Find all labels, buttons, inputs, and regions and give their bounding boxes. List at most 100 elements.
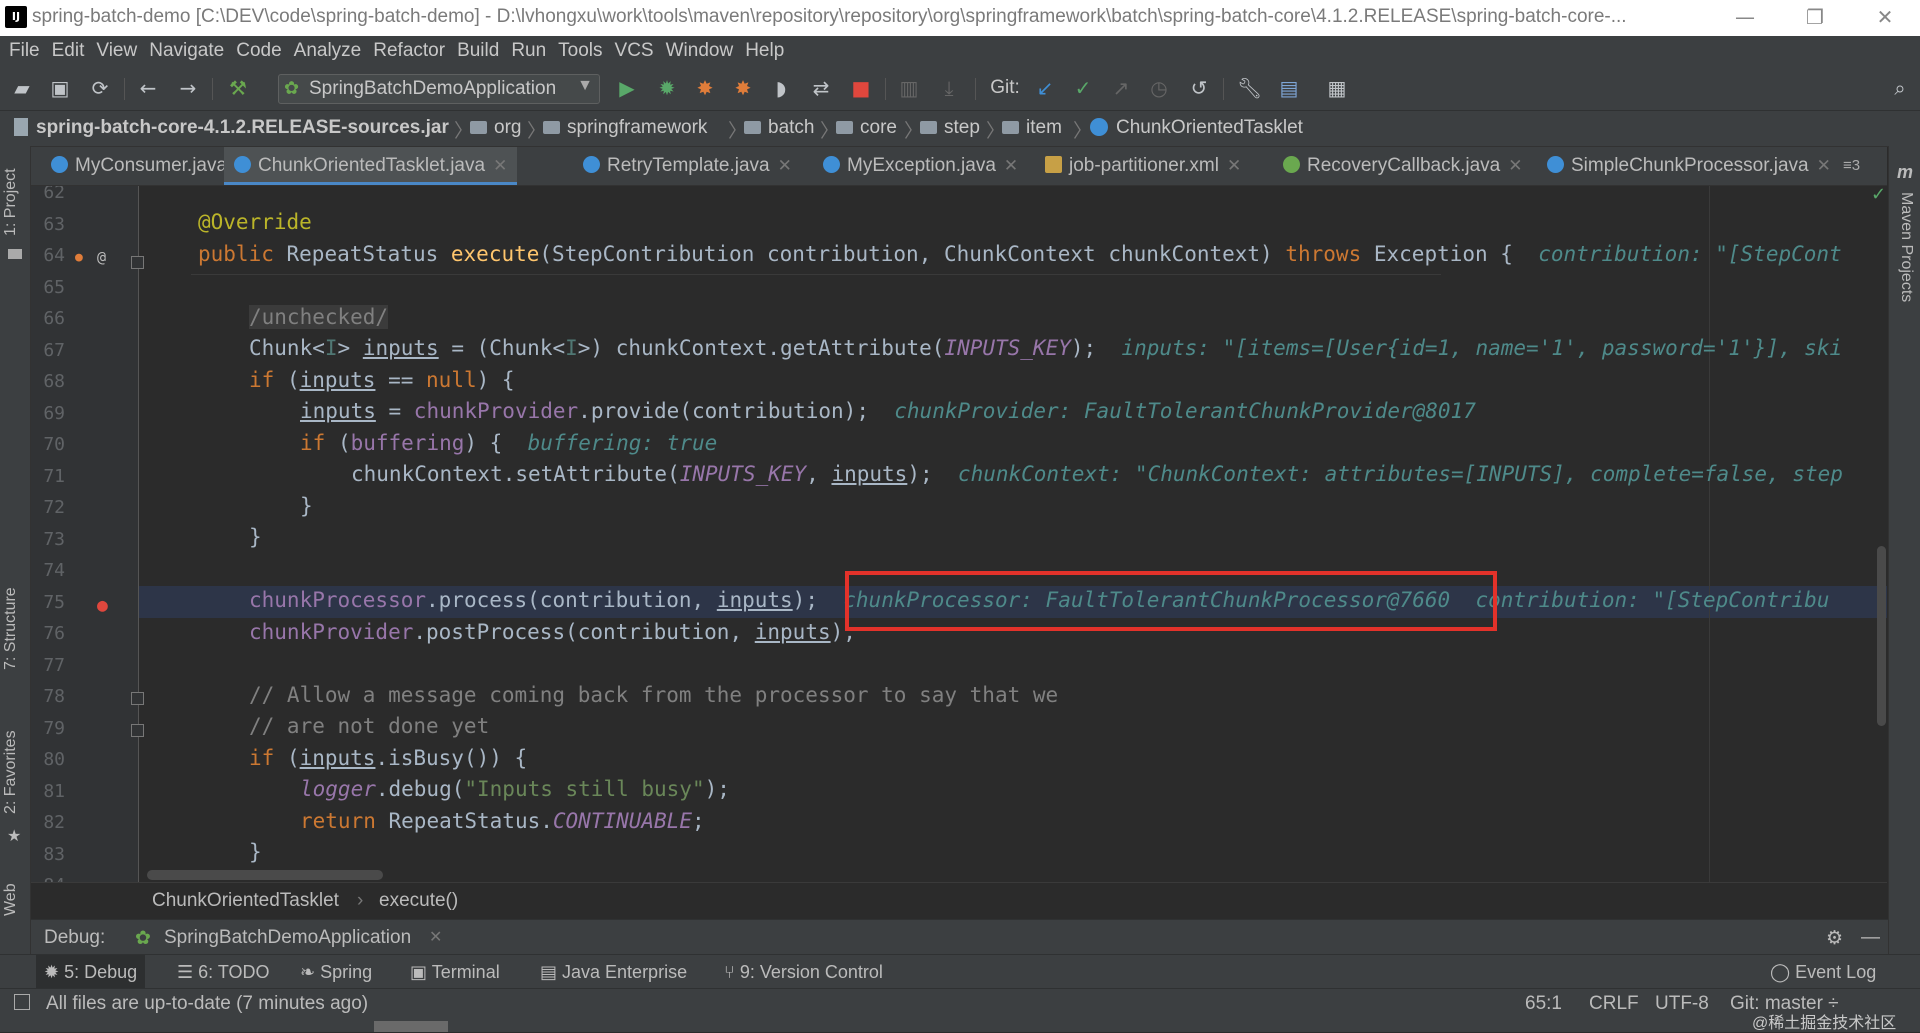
crumb-method[interactable]: execute() [379,890,458,912]
file-encoding[interactable]: UTF-8 [1655,993,1709,1015]
menu-vcs[interactable]: VCS [609,36,660,66]
fold-marker-icon[interactable] [131,724,144,737]
profile-icon[interactable]: ✸ [731,76,755,100]
close-window-button[interactable]: ✕ [1850,0,1920,36]
tool-terminal[interactable]: ▣ Terminal [410,962,500,983]
fold-marker-icon[interactable] [131,692,144,705]
close-tab-icon[interactable]: ✕ [493,156,507,175]
coverage-icon[interactable]: ✸ [693,76,717,100]
tool-event-log[interactable]: ◯ Event Log [1770,962,1876,983]
xml-file-icon [1045,156,1062,173]
close-session-icon[interactable]: ✕ [429,927,442,947]
folder-icon [920,121,937,134]
nav-step[interactable]: step [920,117,980,139]
caret-position[interactable]: 65:1 [1525,993,1562,1015]
minimize-button[interactable]: — [1710,0,1780,36]
tool-web[interactable]: Web [2,883,20,916]
menu-refactor[interactable]: Refactor [367,36,451,66]
tab-simplechunkprocessor[interactable]: SimpleChunkProcessor.java ✕ [1547,147,1831,185]
rerun-icon[interactable]: ⇄ [809,76,833,100]
breakpoint-icon[interactable]: ● [97,595,108,616]
tool-java-enterprise[interactable]: ▤ Java Enterprise [540,962,687,983]
red-highlight-annotation [845,571,1497,631]
run-with-icon[interactable]: ◗ [769,76,793,100]
nav-springframework[interactable]: springframework [543,117,707,139]
tool-spring[interactable]: ❧ Spring [300,962,372,983]
close-tab-icon[interactable]: ✕ [1508,156,1522,175]
inline-debug-value: contribution: "[StepCont [1538,242,1842,266]
horizontal-scrollbar[interactable] [147,870,383,880]
task-manager-icon[interactable]: ▦ [1325,76,1349,100]
menu-help[interactable]: Help [739,36,790,66]
git-push-icon[interactable]: ↗ [1109,76,1133,100]
sync-icon[interactable]: ⟳ [88,76,112,100]
tool-project[interactable]: 1: Project [2,168,20,236]
debug-icon[interactable]: ✹ [655,76,679,100]
tabs-overflow-button[interactable]: ≡3 [1843,147,1860,185]
close-tab-icon[interactable]: ✕ [778,156,792,175]
override-marker-icon[interactable]: ● [75,250,83,265]
status-toggle-icon[interactable] [14,994,30,1010]
tool-maven-projects[interactable]: Maven Projects [1897,192,1915,302]
run-configuration-selector[interactable]: ✿ SpringBatchDemoApplication ▼ [278,74,600,104]
vertical-scrollbar[interactable] [1877,546,1886,726]
tool-version-control[interactable]: ⑂ 9: Version Control [724,962,883,983]
back-icon[interactable]: ← [136,76,160,100]
code-editor[interactable]: 62 63 64 65 66 67 68 69 70 71 72 73 74 7… [31,186,1887,882]
tool-favorites[interactable]: 2: Favorites [2,730,20,814]
gear-icon[interactable]: ⚙ [1826,927,1843,949]
tool-todo[interactable]: ☰ 6: TODO [177,962,270,983]
run-icon[interactable]: ▶ [615,76,639,100]
tab-recoverycallback[interactable]: RecoveryCallback.java ✕ [1283,147,1523,185]
menu-code[interactable]: Code [230,36,287,66]
nav-class[interactable]: ChunkOrientedTasklet [1090,117,1303,139]
search-everywhere-icon[interactable]: ⌕ [1888,76,1912,100]
menu-tools[interactable]: Tools [552,36,608,66]
nav-item[interactable]: item [1002,117,1062,139]
revert-icon[interactable]: ↺ [1187,76,1211,100]
restore-button[interactable]: ❐ [1780,0,1850,36]
tool-debug[interactable]: ✹ 5: Debug [36,955,146,989]
close-tab-icon[interactable]: ✕ [1227,156,1241,175]
nav-org[interactable]: org [470,117,521,139]
close-tab-icon[interactable]: ✕ [1004,156,1018,175]
menu-run[interactable]: Run [505,36,552,66]
nav-batch[interactable]: batch [744,117,814,139]
git-commit-icon[interactable]: ✓ [1071,76,1095,100]
editor-gutter[interactable]: 62 63 64 65 66 67 68 69 70 71 72 73 74 7… [31,186,144,882]
close-tab-icon[interactable]: ✕ [1817,156,1831,175]
fold-marker-icon[interactable] [131,256,144,269]
project-folder-icon [8,249,22,259]
attach-icon[interactable]: ▥ [897,76,921,100]
debug-session-tab[interactable]: SpringBatchDemoApplication [164,927,411,949]
tab-retrytemplate[interactable]: RetryTemplate.java ✕ [583,147,792,185]
menu-analyze[interactable]: Analyze [288,36,368,66]
settings-wrench-icon[interactable]: 🔧︎ [1237,76,1262,100]
line-separator[interactable]: CRLF [1589,993,1639,1015]
menu-edit[interactable]: Edit [46,36,91,66]
menu-build[interactable]: Build [451,36,505,66]
forward-icon[interactable]: → [176,76,200,100]
tab-job-partitioner[interactable]: job-partitioner.xml ✕ [1045,147,1241,185]
menu-navigate[interactable]: Navigate [143,36,230,66]
run-configuration-label: SpringBatchDemoApplication [309,78,557,99]
menu-view[interactable]: View [90,36,143,66]
history-icon[interactable]: ◷ [1147,76,1171,100]
hide-panel-icon[interactable]: — [1861,927,1880,949]
tab-myconsumer[interactable]: MyConsumer.java✕ [51,147,249,185]
tab-chunkorientedtasklet[interactable]: ChunkOrientedTasklet.java ✕ [224,147,518,185]
open-folder-icon[interactable]: ▰ [10,76,34,100]
menu-window[interactable]: Window [660,36,740,66]
tab-myexception[interactable]: MyException.java ✕ [823,147,1018,185]
crumb-class[interactable]: ChunkOrientedTasklet [152,890,339,912]
git-update-icon[interactable]: ↙ [1033,76,1057,100]
menu-file[interactable]: File [0,36,46,66]
save-all-icon[interactable]: ▣ [48,76,72,100]
tool-structure[interactable]: 7: Structure [2,587,20,670]
download-icon[interactable]: ⤓ [937,76,961,100]
build-hammer-icon[interactable]: ⚒ [226,76,250,100]
nav-core[interactable]: core [836,117,897,139]
stop-icon[interactable]: ■ [849,76,873,100]
nav-jar[interactable]: spring-batch-core-4.1.2.RELEASE-sources.… [14,117,449,139]
project-structure-icon[interactable]: ▤ [1277,76,1301,100]
